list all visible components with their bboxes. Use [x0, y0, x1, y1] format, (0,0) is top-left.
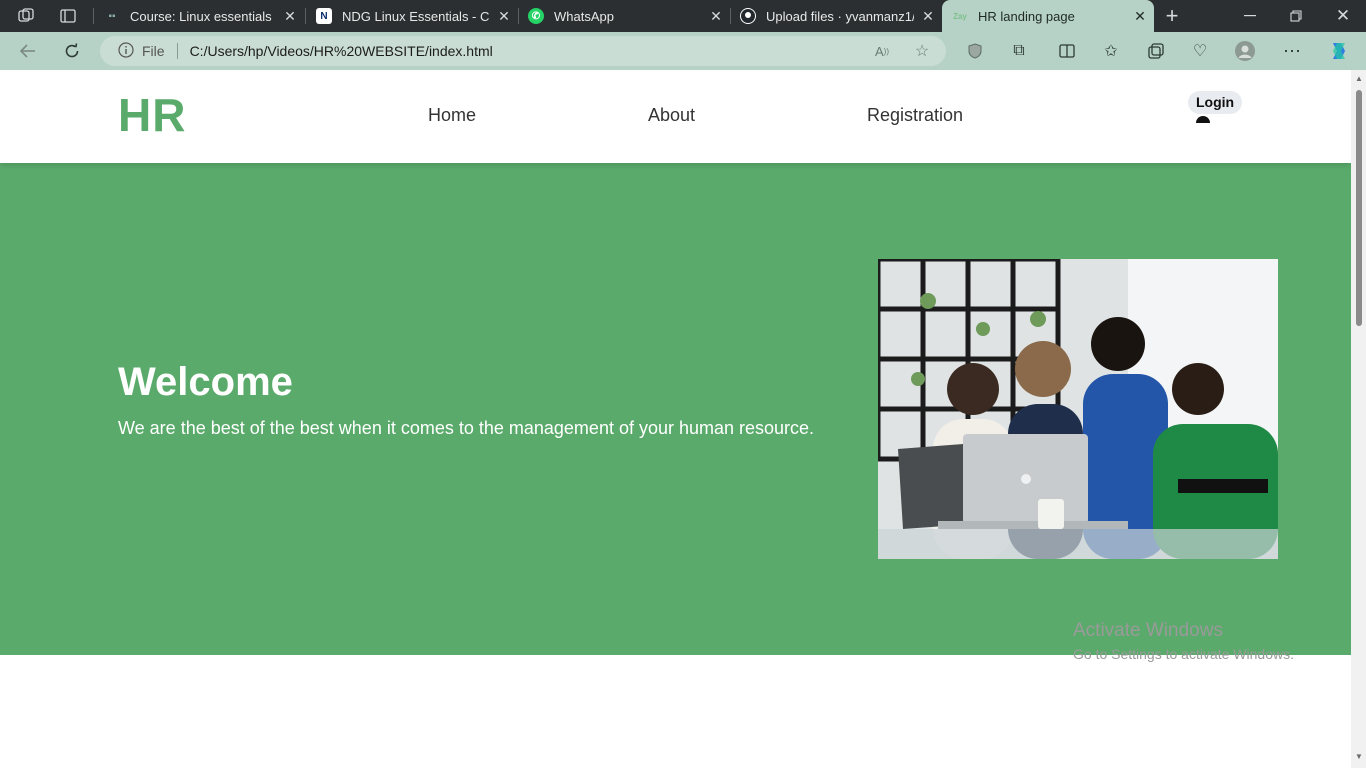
collections-icon[interactable]: [1146, 41, 1166, 61]
browser-toolbar: File C:/Users/hp/Videos/HR%20WEBSITE/ind…: [0, 32, 1366, 70]
hero-section: Welcome We are the best of the best when…: [0, 163, 1351, 655]
more-options-icon[interactable]: ⋯: [1282, 41, 1302, 61]
scheme-label: File: [142, 43, 165, 59]
tab-ndg-linux[interactable]: N NDG Linux Essentials - Chap ✕: [306, 0, 518, 32]
hero-tagline: We are the best of the best when it come…: [118, 418, 815, 438]
scroll-down-arrow-icon[interactable]: ▼: [1354, 752, 1364, 762]
performance-icon[interactable]: ♡: [1190, 41, 1210, 61]
reload-icon[interactable]: [62, 41, 82, 61]
favorites-icon[interactable]: ✩: [1101, 41, 1121, 61]
close-tab-icon[interactable]: ✕: [914, 8, 942, 25]
tab-title: WhatsApp: [554, 8, 614, 24]
workspaces-icon[interactable]: [16, 7, 36, 25]
favorite-star-icon[interactable]: ☆: [912, 41, 932, 61]
browser-tab-bar: ▪▪ Course: Linux essentials ✕ N NDG Linu…: [0, 0, 1366, 32]
login-button[interactable]: Login: [1188, 91, 1243, 114]
address-divider: [176, 43, 178, 59]
read-aloud-icon[interactable]: A)): [872, 41, 892, 61]
tab-title: HR landing page: [978, 8, 1075, 24]
close-window-icon[interactable]: ✕: [1333, 6, 1353, 26]
windows-activation-watermark: Activate Windows Go to Settings to activ…: [1073, 620, 1294, 662]
site-navbar: HR Home About Registration Login: [0, 70, 1351, 163]
close-tab-icon[interactable]: ✕: [276, 8, 304, 25]
nav-registration[interactable]: Registration: [867, 105, 963, 126]
tab-hr-landing[interactable]: Zay HR landing page ✕: [942, 0, 1154, 32]
watermark-subtitle: Go to Settings to activate Windows.: [1073, 646, 1294, 662]
web-page: HR Home About Registration Login Welcome…: [0, 70, 1351, 768]
whatsapp-icon: ✆: [528, 8, 544, 24]
site-info-icon[interactable]: [118, 41, 134, 61]
close-tab-icon[interactable]: ✕: [702, 8, 730, 25]
hero-title: Welcome: [118, 360, 293, 404]
profile-avatar-icon[interactable]: [1235, 41, 1255, 61]
team-photo: [878, 259, 1278, 559]
close-tab-icon[interactable]: ✕: [1126, 8, 1154, 25]
restore-icon[interactable]: [1286, 8, 1306, 24]
user-icon: [1196, 116, 1210, 123]
nav-home[interactable]: Home: [428, 105, 476, 126]
address-bar[interactable]: File C:/Users/hp/Videos/HR%20WEBSITE/ind…: [100, 36, 946, 66]
tab-title: NDG Linux Essentials - Chap: [342, 8, 490, 24]
copilot-icon[interactable]: [1328, 40, 1350, 62]
page-icon: Zay: [953, 11, 967, 21]
extensions-icon[interactable]: ⧉: [1009, 41, 1029, 61]
shield-icon[interactable]: [965, 41, 985, 61]
tab-title: Upload files · yvanmanz1/H: [766, 8, 914, 24]
minimize-icon[interactable]: [1240, 8, 1260, 24]
tab-whatsapp[interactable]: ✆ WhatsApp ✕: [518, 0, 730, 32]
site-logo[interactable]: HR: [118, 88, 186, 142]
tab-github-upload[interactable]: Upload files · yvanmanz1/H ✕: [730, 0, 942, 32]
github-icon: [740, 8, 756, 24]
scroll-up-arrow-icon[interactable]: ▲: [1354, 74, 1364, 84]
tab-course-linux[interactable]: ▪▪ Course: Linux essentials ✕: [94, 0, 304, 32]
cisco-icon: ▪▪: [108, 10, 116, 22]
back-icon[interactable]: [18, 41, 38, 61]
url-text[interactable]: C:/Users/hp/Videos/HR%20WEBSITE/index.ht…: [190, 43, 493, 59]
split-screen-icon[interactable]: [1057, 41, 1077, 61]
new-tab-icon[interactable]: +: [1162, 3, 1182, 28]
tab-actions-icon[interactable]: [58, 7, 78, 25]
scrollbar-thumb[interactable]: [1356, 90, 1362, 326]
watermark-title: Activate Windows: [1073, 620, 1223, 641]
page-scrollbar[interactable]: ▲ ▼: [1351, 70, 1366, 768]
ndg-n-icon: N: [316, 8, 332, 24]
nav-about[interactable]: About: [648, 105, 695, 126]
tab-title: Course: Linux essentials: [130, 8, 272, 24]
close-tab-icon[interactable]: ✕: [490, 8, 518, 25]
